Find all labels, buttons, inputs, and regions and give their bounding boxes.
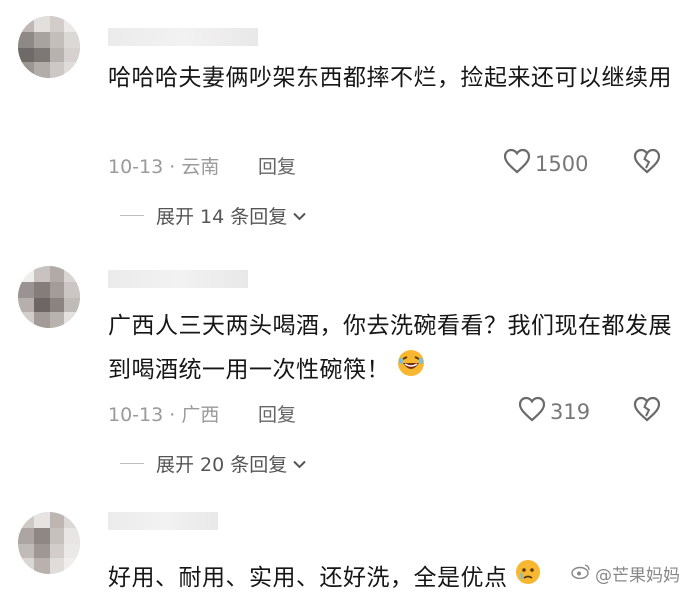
comment-time-location: 10-13 · 云南 [108,156,220,178]
comment-time-location: 10-13 · 广西 [108,404,220,426]
expand-replies-label: 展开 14 条回复 [156,206,288,228]
username-blurred[interactable] [108,512,218,530]
heart-outline-icon [503,148,535,179]
like-count: 1500 [535,151,589,176]
username-blurred[interactable] [108,270,248,288]
username-blurred[interactable] [108,28,258,46]
expand-replies-label: 展开 20 条回复 [156,454,288,476]
weibo-logo-icon [571,563,591,584]
like-count: 319 [550,399,591,424]
expand-replies-button[interactable]: 展开 14 条回复 [120,202,306,229]
reply-button[interactable]: 回复 [258,152,296,179]
avatar[interactable] [18,16,80,78]
reply-button[interactable]: 回复 [258,400,296,427]
chevron-down-icon [293,207,306,225]
comment-text: 哈哈哈夫妻俩吵架东西都摔不烂，捡起来还可以继续用 [108,65,672,91]
heart-outline-icon [518,396,550,427]
comment-item: 广西人三天两头喝酒，你去洗碗看看？我们现在都发展到喝酒统一用一次性碗筷！ 10-… [0,250,690,490]
watermark: @芒果妈妈 [571,561,680,586]
avatar[interactable] [18,266,80,328]
avatar[interactable] [18,512,80,574]
crying-emoji-icon [514,557,542,601]
like-button[interactable]: 319 [518,396,590,427]
laughing-emoji-icon [396,348,426,393]
comment-text: 广西人三天两头喝酒，你去洗碗看看？我们现在都发展到喝酒统一用一次性碗筷！ [108,304,673,393]
comment-item: 哈哈哈夫妻俩吵架东西都摔不烂，捡起来还可以继续用 10-13 · 云南 回复 1… [0,0,690,240]
expand-replies-button[interactable]: 展开 20 条回复 [120,450,306,477]
chevron-down-icon [293,455,306,473]
watermark-text: @芒果妈妈 [595,566,680,586]
broken-heart-icon[interactable] [633,396,661,427]
like-button[interactable]: 1500 [503,148,588,179]
broken-heart-icon[interactable] [633,148,661,179]
